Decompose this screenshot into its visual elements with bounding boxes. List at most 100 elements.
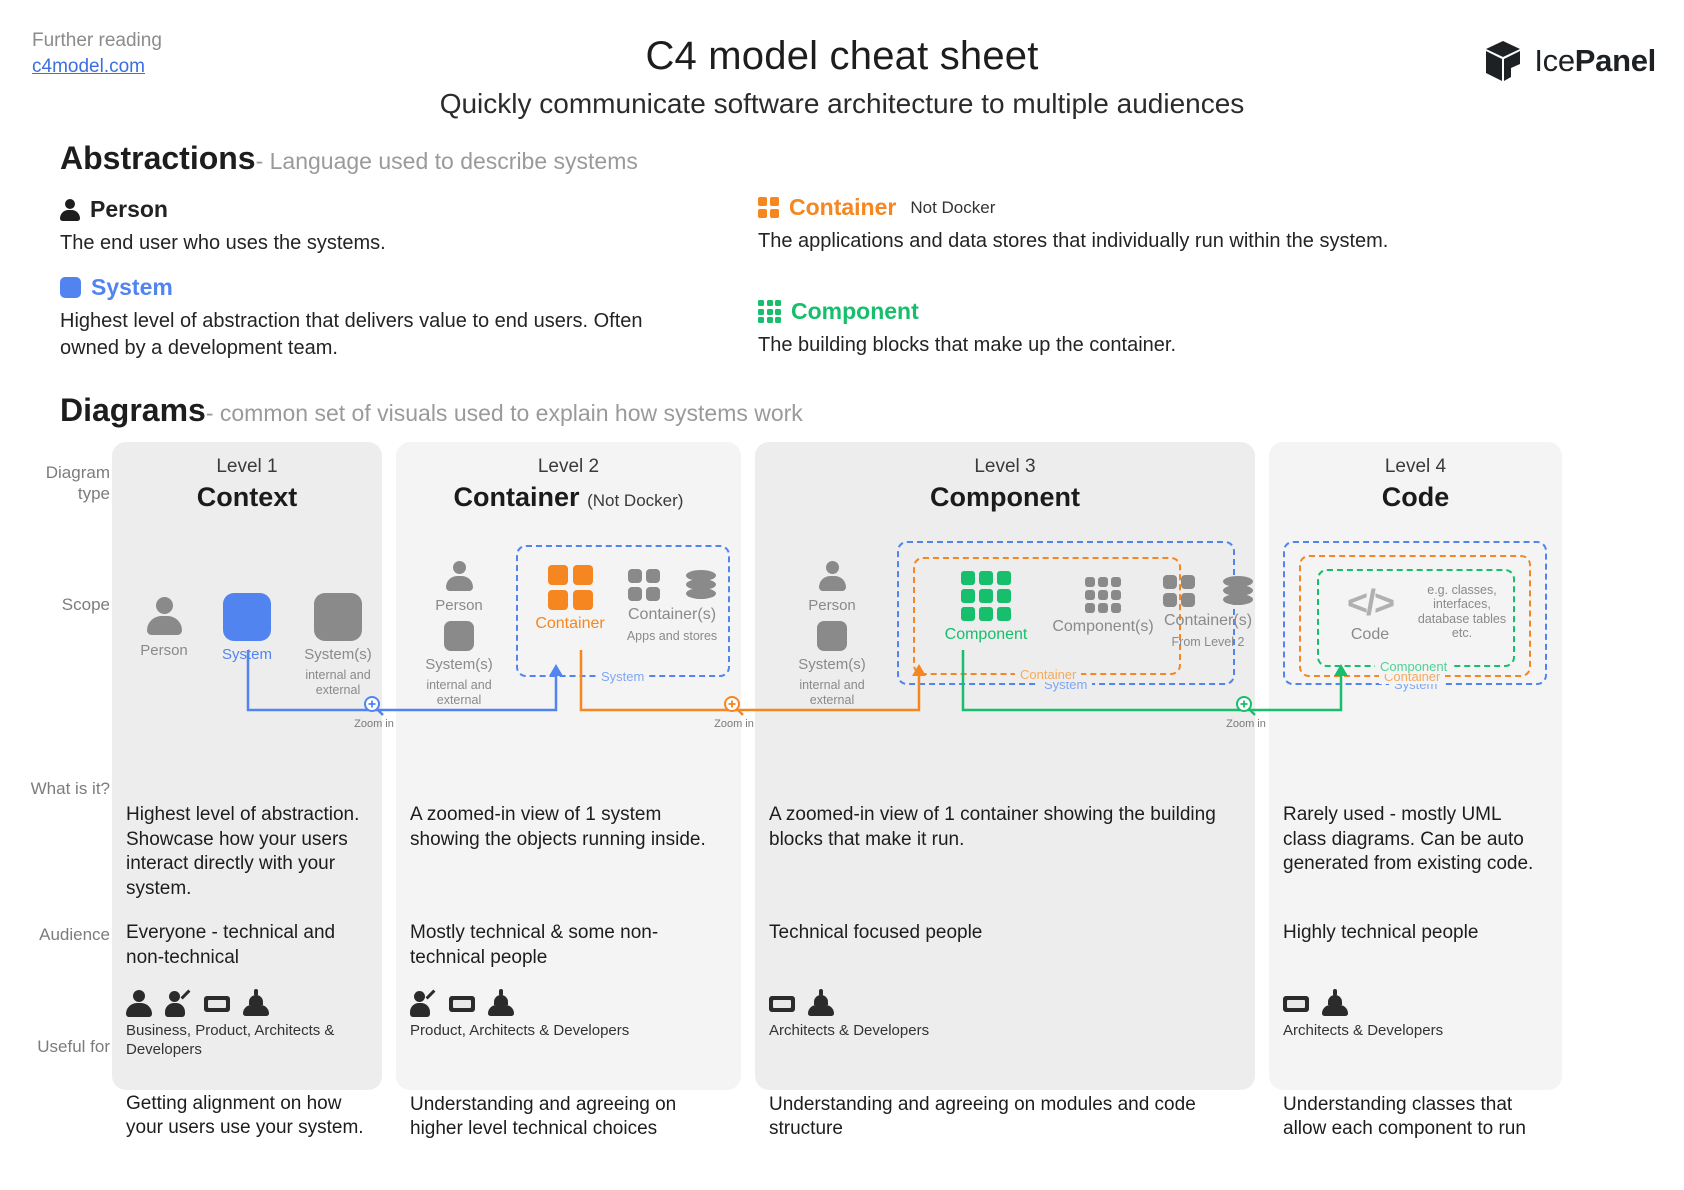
level-name-2-text: Container [453, 482, 580, 512]
architect-icon [769, 989, 795, 1017]
abstractions-heading: Abstractions - Language used to describe… [60, 140, 638, 177]
zoom-in-label-2: Zoom in [714, 718, 754, 730]
what-is-it-3: A zoomed-in view of 1 container showing … [769, 804, 1216, 850]
developer-icon [488, 989, 514, 1017]
audience-icons-3 [755, 989, 1255, 1017]
zoom-in-label-1: Zoom in [354, 718, 394, 730]
cheat-sheet-page: Further reading c4model.com C4 model che… [0, 0, 1684, 1190]
brand-panel: Panel [1574, 43, 1657, 78]
audience-caption-1: Business, Product, Architects & Develope… [126, 1022, 335, 1058]
database-icon [1223, 575, 1254, 607]
node-person-l2: Person [416, 561, 502, 614]
useful-for-4: Understanding classes that allow each co… [1283, 1093, 1526, 1140]
abstraction-person-name: Person [90, 196, 168, 222]
row-label-audience: Audience [39, 925, 110, 944]
abstraction-system-name: System [91, 274, 173, 300]
audience-caption-4: Architects & Developers [1283, 1022, 1444, 1039]
business-icon [126, 989, 152, 1017]
diagrams-heading: Diagrams - common set of visuals used to… [60, 392, 803, 429]
person-figure-icon [446, 561, 473, 592]
row-label-scope: Scope [61, 595, 110, 614]
diagrams-heading-main: Diagrams [60, 392, 206, 428]
code-brackets-icon: </> [1346, 582, 1395, 623]
zoom-in-marker-3[interactable]: Zoom in [1226, 694, 1266, 730]
audience-caption-2: Product, Architects & Developers [410, 1022, 630, 1039]
containers-icon-pair [1153, 575, 1263, 607]
diagram-column-component[interactable]: Level 3 Component Person System(s) inter… [755, 442, 1255, 1139]
abstractions-heading-sub: - Language used to describe systems [255, 148, 638, 174]
level-label-3: Level 3 [974, 456, 1036, 477]
person-figure-icon [819, 561, 846, 592]
abstraction-system-desc: Highest level of abstraction that delive… [60, 310, 643, 359]
audience-4: Highly technical people [1283, 922, 1479, 943]
abstraction-component-head: Component [758, 298, 1418, 325]
zoom-in-connectors [246, 650, 1348, 712]
abstraction-person-desc: The end user who uses the systems. [60, 232, 386, 254]
audience-icons-2 [396, 989, 741, 1017]
useful-for-1: Getting alignment on how your users use … [126, 1092, 364, 1139]
zoom-in-label-3: Zoom in [1226, 718, 1266, 730]
grid-2x2-icon [758, 197, 779, 218]
containers-icon-pair [620, 569, 724, 601]
level-label-4: Level 4 [1384, 456, 1447, 477]
node-person-l3: Person [777, 561, 887, 614]
abstraction-system: System Highest level of abstraction that… [60, 274, 700, 361]
node-label: Person [808, 597, 856, 614]
product-icon [165, 989, 191, 1017]
grid-2x2-icon [628, 569, 661, 601]
architect-icon [204, 989, 230, 1017]
grid-3x3-icon [758, 300, 781, 323]
node-label: Person [435, 597, 483, 614]
diagram-column-code[interactable]: Level 4 Code System Container Component … [1269, 442, 1562, 1139]
abstraction-system-head: System [60, 274, 700, 301]
database-icon [685, 569, 716, 601]
architect-icon [449, 989, 475, 1017]
audience-icons-4 [1269, 989, 1562, 1017]
grid-2x2-icon [1162, 575, 1195, 607]
audience-icons-1 [112, 989, 382, 1017]
level-label-2: Level 2 [537, 456, 600, 477]
diagram-column-context[interactable]: Level 1 Context Person System System(s) … [112, 442, 382, 1138]
what-is-it-2: A zoomed-in view of 1 system showing the… [410, 804, 706, 850]
what-is-it-1: Highest level of abstraction. Showcase h… [126, 804, 360, 900]
abstraction-container-head: Container Not Docker [758, 194, 1418, 221]
blue-square-icon [60, 277, 81, 298]
person-icon [60, 198, 80, 221]
level-name-4: Code [1269, 482, 1562, 513]
grid-2x2-icon [547, 565, 593, 610]
abstractions-heading-main: Abstractions [60, 140, 256, 176]
product-icon [410, 989, 436, 1017]
abstraction-component-desc: The building blocks that make up the con… [758, 334, 1177, 356]
row-label-what-is-it: What is it? [30, 779, 110, 798]
cube-logo-icon [1486, 41, 1521, 81]
abstraction-component: Component The building blocks that make … [758, 298, 1418, 359]
developer-icon [243, 989, 269, 1017]
audience-3: Technical focused people [769, 922, 983, 943]
architect-icon [1283, 989, 1309, 1017]
level-name-2: Container (Not Docker) [396, 482, 741, 513]
zoom-in-marker-1[interactable]: Zoom in [354, 694, 394, 730]
zoom-in-icon [1236, 696, 1256, 716]
useful-for-2: Understanding and agreeing on higher lev… [410, 1093, 677, 1140]
audience-2: Mostly technical & some non-technical pe… [410, 922, 659, 968]
diagrams-heading-sub: - common set of visuals used to explain … [205, 400, 803, 426]
abstraction-person: Person The end user who uses the systems… [60, 196, 700, 257]
zoom-in-icon [724, 696, 744, 716]
row-label-diagram-type: Diagram type [45, 463, 110, 504]
diagram-column-container[interactable]: Level 2 Container (Not Docker) Person Sy… [396, 442, 741, 1139]
audience-1: Everyone - technical and non-technical [126, 922, 336, 968]
level-label-1: Level 1 [216, 456, 278, 477]
level-name-2-note: (Not Docker) [587, 491, 684, 510]
abstraction-component-name: Component [791, 298, 919, 324]
zoom-in-marker-2[interactable]: Zoom in [714, 694, 754, 730]
abstraction-person-head: Person [60, 196, 700, 223]
zoom-in-icon [364, 696, 384, 716]
page-title: C4 model cheat sheet [645, 34, 1039, 78]
grid-3x3-icon [1085, 577, 1121, 613]
level-name-4-text: Code [1381, 482, 1450, 512]
brand-ice: Ice [1534, 43, 1575, 78]
level-name-3: Component [755, 482, 1255, 513]
audience-caption-3: Architects & Developers [769, 1022, 930, 1039]
useful-for-3: Understanding and agreeing on modules an… [769, 1093, 1196, 1140]
abstraction-container: Container Not Docker The applications an… [758, 194, 1418, 255]
